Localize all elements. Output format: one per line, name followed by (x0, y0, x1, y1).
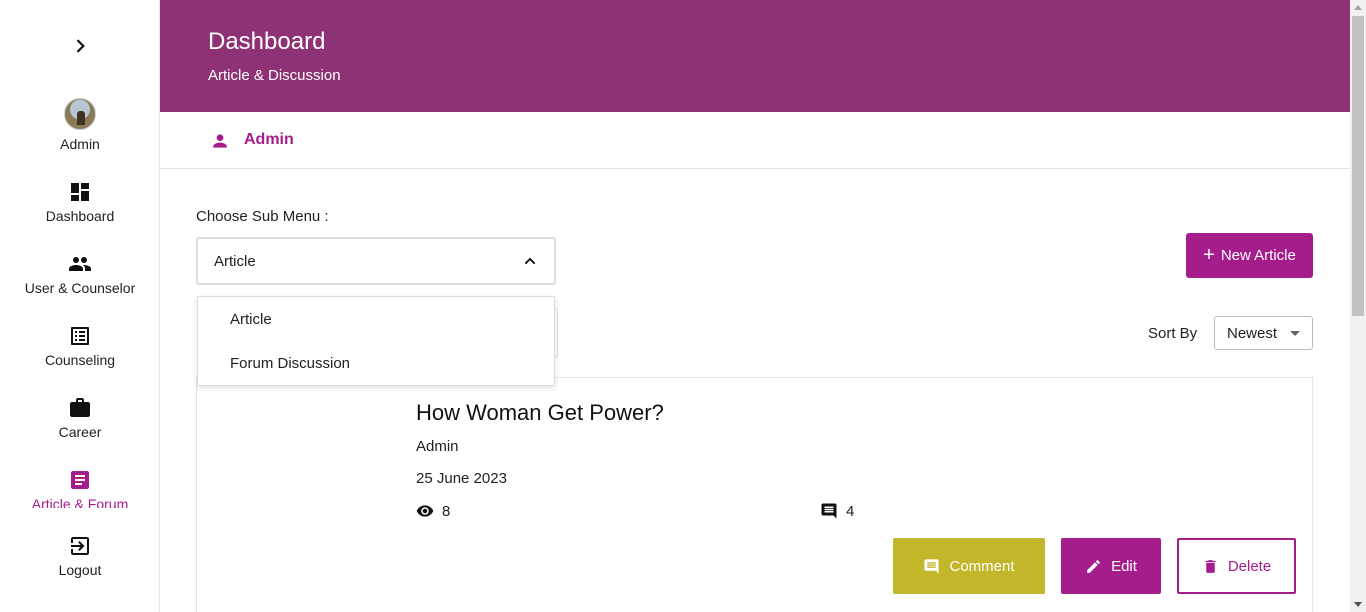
views-stat: 8 (416, 502, 450, 520)
sidebar-item-label: Career (58, 424, 102, 440)
sidebar-item-label: Counseling (44, 352, 116, 368)
new-article-button[interactable]: + New Article (1186, 233, 1313, 278)
sidebar: Admin Dashboard User & Counselor Counsel… (0, 0, 160, 612)
app-root: Admin Dashboard User & Counselor Counsel… (0, 0, 1366, 612)
page-scrollbar[interactable] (1350, 0, 1366, 612)
plus-icon: + (1203, 243, 1215, 266)
edit-button[interactable]: Edit (1061, 538, 1161, 594)
comments-count: 4 (846, 502, 855, 520)
sidebar-item-label: User & Counselor (24, 280, 136, 296)
dashboard-icon (71, 183, 89, 201)
comment-button-label: Comment (949, 557, 1015, 575)
chevron-up-icon (524, 257, 536, 265)
submenu-selected-value: Article (214, 253, 256, 270)
new-article-label: New Article (1220, 247, 1296, 264)
chevron-right-icon[interactable] (70, 36, 90, 56)
trash-icon (1205, 559, 1216, 573)
views-count: 8 (442, 502, 451, 520)
comments-stat: 4 (820, 502, 854, 520)
scrollbar-thumb[interactable] (1352, 16, 1364, 316)
page-subtitle: Article & Discussion (208, 67, 341, 84)
submenu-dropdown: Article Forum Discussion (197, 296, 555, 386)
sort-label: Sort By (1148, 325, 1198, 342)
submenu-label: Choose Sub Menu : (196, 208, 329, 225)
sidebar-item-logout[interactable]: Logout (0, 534, 160, 578)
article-card: How Woman Get Power? Admin 25 June 2023 … (196, 377, 1313, 612)
logout-icon (71, 537, 89, 555)
submenu-option-forum-discussion[interactable]: Forum Discussion (230, 355, 350, 372)
sort-select[interactable]: Newest (1214, 316, 1313, 350)
sidebar-item-article-forum[interactable]: Article & Forum (0, 468, 160, 508)
delete-button-label: Delete (1227, 557, 1272, 575)
caret-down-icon (1290, 331, 1300, 336)
submenu-option-article[interactable]: Article (230, 311, 272, 328)
scroll-up-arrow-icon[interactable] (1354, 5, 1362, 10)
page-header: Dashboard Article & Discussion (160, 0, 1350, 112)
sort-selected-value: Newest (1227, 325, 1278, 342)
comment-button[interactable]: Comment (893, 538, 1045, 594)
sidebar-item-label: Article & Forum (31, 496, 129, 508)
article-author: Admin (416, 438, 459, 455)
sidebar-user[interactable]: Admin (0, 98, 160, 152)
article-icon (71, 471, 89, 489)
sidebar-item-user-counselor[interactable]: User & Counselor (0, 252, 160, 296)
page-title: Dashboard (208, 28, 326, 55)
comment-icon (821, 503, 837, 519)
pencil-icon (1087, 559, 1100, 573)
submenu-select[interactable]: Article (196, 237, 556, 285)
delete-button[interactable]: Delete (1177, 538, 1296, 594)
avatar (64, 98, 96, 130)
scroll-down-arrow-icon[interactable] (1354, 602, 1362, 607)
sidebar-item-dashboard[interactable]: Dashboard (0, 180, 160, 224)
briefcase-icon (70, 398, 90, 417)
eye-icon (416, 505, 434, 517)
user-name: Admin (244, 131, 294, 148)
sidebar-user-label: Admin (60, 136, 100, 152)
people-icon (69, 257, 91, 271)
sidebar-item-counseling[interactable]: Counseling (0, 324, 160, 368)
edit-button-label: Edit (1111, 557, 1137, 575)
article-date: 25 June 2023 (416, 470, 507, 487)
sidebar-item-label: Logout (58, 562, 102, 578)
article-title[interactable]: How Woman Get Power? (416, 400, 664, 426)
user-bar: Admin (160, 112, 1350, 169)
person-icon (213, 134, 227, 148)
list-icon (71, 327, 89, 345)
sidebar-item-label: Dashboard (45, 208, 115, 224)
sidebar-item-career[interactable]: Career (0, 396, 160, 440)
comment-icon (924, 558, 940, 574)
